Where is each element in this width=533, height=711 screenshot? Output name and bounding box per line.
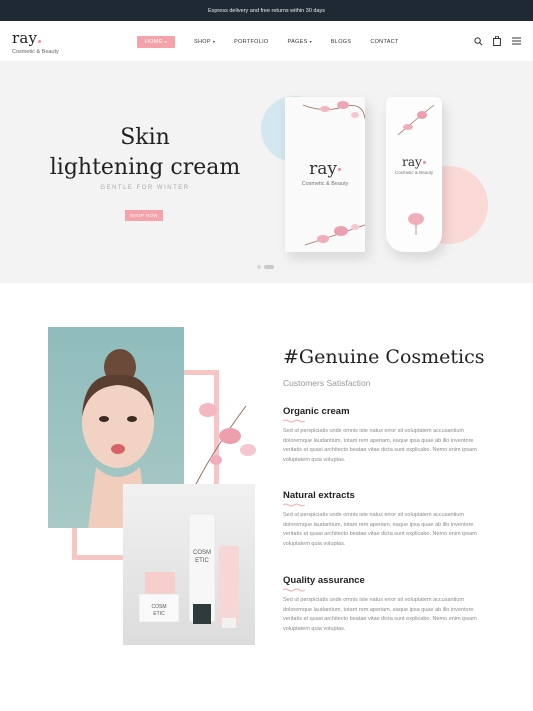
logo-dot [422,161,426,164]
hero-title-line: lightening cream [49,155,241,180]
product-tube-tagline: Cosmetic & Beauty [394,170,434,175]
svg-text:ETIC: ETIC [153,611,165,617]
product-box-word: ray [309,159,337,179]
wave-divider-icon [283,419,305,423]
menu-icon[interactable] [511,36,521,46]
product-tube-word: ray [402,155,422,169]
svg-text:ETIC: ETIC [195,558,209,564]
search-icon[interactable] [473,36,483,46]
flower-branch-icon [397,104,435,136]
announcement-text: Express delivery and free returns within… [207,7,326,14]
product-box-tagline: Cosmetic & Beauty [301,181,349,187]
svg-text:COSM: COSM [193,550,211,556]
slider-dot-active[interactable] [264,265,274,269]
about-collage: COSM ETIC COSM ETIC [0,300,270,660]
cart-icon[interactable] [492,36,502,46]
menu-item-contact[interactable]: CONTACT [370,36,398,48]
product-tube-image: ray Cosmetic & Beauty [386,97,442,252]
menu-item-blogs[interactable]: BLOGS [331,36,351,48]
menu-item-pages[interactable]: PAGES ▾ [288,36,312,48]
announcement-bar: Express delivery and free returns within… [0,0,533,21]
menu-item-label: PORTFOLIO [234,39,269,45]
feature-text: Sed ut perspiciatis unde omnis iste natu… [283,428,477,463]
logo-dot [38,40,42,43]
product-box-image: ray Cosmetic & Beauty [285,97,365,252]
chevron-down-icon: ▾ [212,39,216,44]
wave-divider-icon [283,503,305,507]
menu-item-label: CONTACT [370,39,399,45]
feature-quality-assurance: Quality assurance Sed ut perspiciatis un… [283,575,493,634]
chevron-down-icon: ▾ [164,39,168,44]
hero-subtitle: GENTLE FOR WINTER [100,185,190,191]
slider-dot[interactable] [257,265,261,269]
logo-dot [337,168,341,171]
feature-text: Sed ut perspiciatis unde omnis iste natu… [283,597,477,632]
flower-branch-icon [303,101,365,120]
menu-item-label: SHOP [194,39,211,45]
feature-natural-extracts: Natural extracts Sed ut perspiciatis und… [283,490,493,549]
menu-item-home[interactable]: HOME ▾ [137,36,176,48]
feature-title: Quality assurance [283,575,365,586]
wave-divider-icon [283,588,305,592]
slider-pagination [257,265,277,269]
feature-title: Organic cream [283,406,350,417]
svg-text:COSM: COSM [152,604,167,610]
feature-title: Natural extracts [283,490,355,501]
site-logo[interactable]: ray Cosmetic & Beauty [12,29,59,55]
main-navbar: ray Cosmetic & Beauty HOME ▾ SHOP ▾ PORTFO… [0,21,533,61]
primary-menu: HOME ▾ SHOP ▾ PORTFOLIO PAGES ▾ BLOGS CONTA… [137,36,418,48]
hero-title: Skin lightening cream [40,123,250,183]
logo-wordmark: ray [12,29,38,47]
nav-icon-group [464,36,521,46]
chevron-down-icon: ▾ [309,39,312,44]
magnolia-branch-icon [195,403,256,485]
menu-item-portfolio[interactable]: PORTFOLIO [234,36,268,48]
menu-item-label: BLOGS [330,39,352,45]
product-set-image: COSM ETIC COSM ETIC [123,484,255,645]
menu-item-label: PAGES [287,39,308,45]
section-subtitle: Customers Satisfaction [283,378,371,388]
logo-tagline: Cosmetic & Beauty [12,49,59,55]
feature-text: Sed ut perspiciatis unde omnis iste natu… [283,512,477,547]
flower-icon [408,213,424,235]
menu-item-label: HOME [145,39,163,45]
hero-slider: Skin lightening cream GENTLE FOR WINTER … [0,61,533,283]
hero-title-line: Skin [120,125,170,150]
menu-item-shop[interactable]: SHOP ▾ [194,36,215,48]
section-title: #Genuine Cosmetics [283,346,485,368]
flower-branch-icon [305,224,365,246]
feature-organic-cream: Organic cream Sed ut perspiciatis unde o… [283,406,493,465]
shop-now-button[interactable]: SHOP NOW [125,210,163,221]
